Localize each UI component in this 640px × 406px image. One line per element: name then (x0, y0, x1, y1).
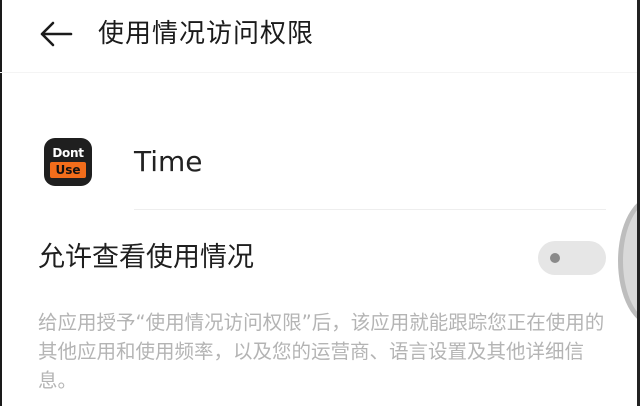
app-icon-text-bottom: Use (50, 161, 86, 178)
app-name: Time (134, 145, 203, 178)
app-divider (134, 209, 606, 210)
permission-description: 给应用授予“使用情况访问权限”后，该应用就能跟踪您正在使用的其他应用和使用频率，… (38, 311, 605, 392)
dont-use-app-icon: Dont Use (44, 138, 92, 186)
toggle-knob (550, 253, 560, 263)
back-button[interactable] (34, 14, 78, 54)
arrow-left-icon (40, 21, 73, 47)
usage-access-row[interactable]: 允许查看使用情况 (0, 232, 640, 284)
app-icon-text-top: Dont (52, 145, 84, 160)
usage-access-toggle[interactable] (538, 241, 606, 275)
header-divider (0, 72, 640, 73)
page-title: 使用情况访问权限 (98, 19, 315, 49)
app-info-row: Dont Use Time (0, 130, 640, 200)
settings-screen: 使用情况访问权限 Dont Use Time 允许查看使用情况 给应用授予“使用… (0, 0, 640, 406)
usage-access-label: 允许查看使用情况 (38, 242, 254, 273)
top-bar: 使用情况访问权限 (0, 0, 640, 72)
